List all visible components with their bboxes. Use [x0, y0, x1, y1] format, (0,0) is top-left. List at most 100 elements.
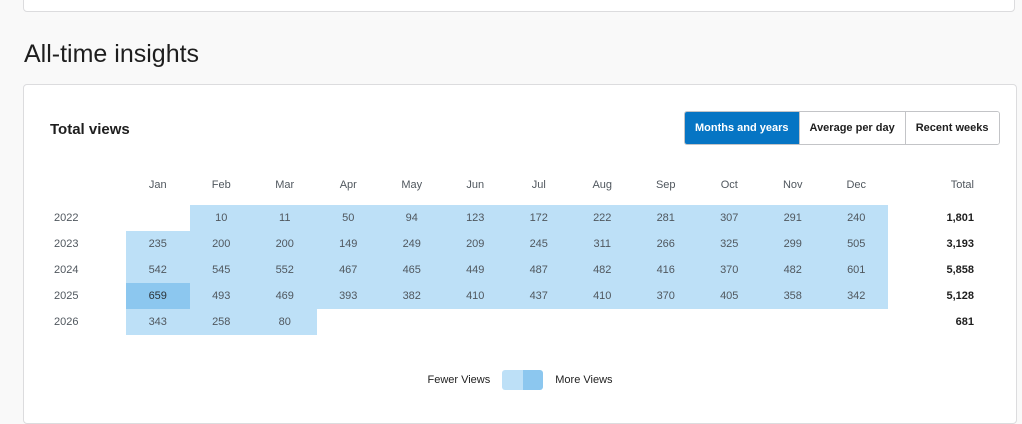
total-column-header: Total [950, 179, 974, 191]
empty-cell [444, 309, 508, 335]
views-cell: 149 [316, 231, 380, 257]
views-cell: 307 [697, 205, 761, 231]
year-label: 2022 [54, 212, 79, 224]
month-header-jul: Jul [531, 179, 546, 191]
views-cell: 370 [697, 257, 761, 283]
views-cell: 467 [316, 257, 380, 283]
views-cell: 209 [443, 231, 507, 257]
views-cell: 493 [189, 283, 253, 309]
views-cell: 123 [443, 205, 507, 231]
views-cell: 281 [634, 205, 698, 231]
month-header-mar: Mar [275, 179, 295, 191]
views-heatmap-table: Jan Feb Mar Apr May Jun Jul Aug Sep Oct Nov Dec Tota… [24, 165, 974, 335]
month-header-nov: Nov [782, 179, 803, 191]
views-cell: 200 [253, 231, 317, 257]
month-header-feb: Feb [211, 179, 231, 191]
views-cell: 235 [126, 231, 190, 257]
month-header-apr: Apr [339, 179, 357, 191]
views-cell: 311 [570, 231, 634, 257]
views-cell: 659 [126, 283, 190, 309]
views-cell: 258 [189, 309, 253, 335]
month-header-jan: Jan [148, 179, 167, 191]
views-cell: 410 [443, 283, 507, 309]
legend-high-color [522, 370, 544, 390]
views-cell: 50 [316, 205, 380, 231]
empty-cell [507, 309, 571, 335]
empty-cell [634, 309, 698, 335]
views-cell: 342 [824, 283, 888, 309]
table-header-row: Jan Feb Mar Apr May Jun Jul Aug Sep Oct Nov Dec Tota… [24, 165, 974, 205]
views-cell: 94 [380, 205, 444, 231]
views-cell: 80 [253, 309, 317, 335]
views-cell: 449 [443, 257, 507, 283]
views-cell: 393 [316, 283, 380, 309]
year-label: 2024 [54, 264, 79, 276]
views-cell: 437 [507, 283, 571, 309]
views-cell: 487 [507, 257, 571, 283]
year-total: 3,193 [946, 238, 974, 250]
empty-cell [825, 309, 889, 335]
month-header-may: May [401, 179, 423, 191]
views-cell: 552 [253, 257, 317, 283]
views-cell: 482 [761, 257, 825, 283]
year-total: 1,801 [946, 212, 974, 224]
views-cell: 291 [761, 205, 825, 231]
previous-card [23, 0, 1015, 12]
empty-cell [761, 309, 825, 335]
views-cell: 343 [126, 309, 190, 335]
legend-swatch [502, 370, 544, 390]
empty-cell [317, 309, 381, 335]
table-row: 2026 343 258 80 681 [24, 309, 974, 335]
month-header-dec: Dec [846, 179, 867, 191]
views-cell: 405 [697, 283, 761, 309]
views-cell: 245 [507, 231, 571, 257]
legend-low-color [502, 370, 523, 390]
views-cell: 370 [634, 283, 698, 309]
table-row: 2024 542 545 552 467 465 449 487 482 416 370 482 601… [24, 257, 974, 283]
views-cell: 325 [697, 231, 761, 257]
month-header-oct: Oct [720, 179, 738, 191]
month-header-aug: Aug [592, 179, 613, 191]
year-label: 2026 [54, 316, 79, 328]
views-cell: 266 [634, 231, 698, 257]
month-header-sep: Sep [655, 179, 676, 191]
empty-cell [571, 309, 635, 335]
views-cell: 465 [380, 257, 444, 283]
heatmap-legend: Fewer Views More Views [24, 370, 1016, 390]
table-row: 2025 659 493 469 393 382 410 437 410 370 405 358 342… [24, 283, 974, 309]
views-cell: 200 [189, 231, 253, 257]
views-cell: 240 [824, 205, 888, 231]
views-cell: 505 [824, 231, 888, 257]
legend-more-label: More Views [555, 374, 613, 386]
section-title: All-time insights [24, 40, 200, 68]
views-cell: 358 [761, 283, 825, 309]
views-cell: 11 [253, 205, 317, 231]
empty-cell [126, 205, 190, 231]
tab-average-per-day[interactable]: Average per day [798, 112, 905, 144]
month-header-jun: Jun [466, 179, 485, 191]
views-cell: 542 [126, 257, 190, 283]
table-row: 2023 235 200 200 149 249 209 245 311 266 325 299 505… [24, 231, 974, 257]
views-cell: 416 [634, 257, 698, 283]
views-cell: 601 [824, 257, 888, 283]
tab-months-and-years[interactable]: Months and years [685, 112, 799, 144]
year-total: 681 [955, 316, 974, 328]
views-cell: 172 [507, 205, 571, 231]
views-cell: 482 [570, 257, 634, 283]
legend-fewer-label: Fewer Views [427, 374, 491, 386]
total-views-card: Total views Months and years Average per… [23, 84, 1017, 424]
year-total: 5,128 [946, 290, 974, 302]
year-total: 5,858 [946, 264, 974, 276]
views-cell: 10 [189, 205, 253, 231]
views-cell: 410 [570, 283, 634, 309]
table-row: 2022 10 11 50 94 123 172 222 281 307 291 240 1,801 [24, 205, 974, 231]
year-label: 2025 [54, 290, 79, 302]
tab-recent-weeks[interactable]: Recent weeks [904, 112, 999, 144]
views-cell: 299 [761, 231, 825, 257]
year-column-header [24, 165, 126, 205]
empty-cell [380, 309, 444, 335]
views-cell: 545 [189, 257, 253, 283]
views-cell: 249 [380, 231, 444, 257]
views-cell: 469 [253, 283, 317, 309]
empty-cell [698, 309, 762, 335]
